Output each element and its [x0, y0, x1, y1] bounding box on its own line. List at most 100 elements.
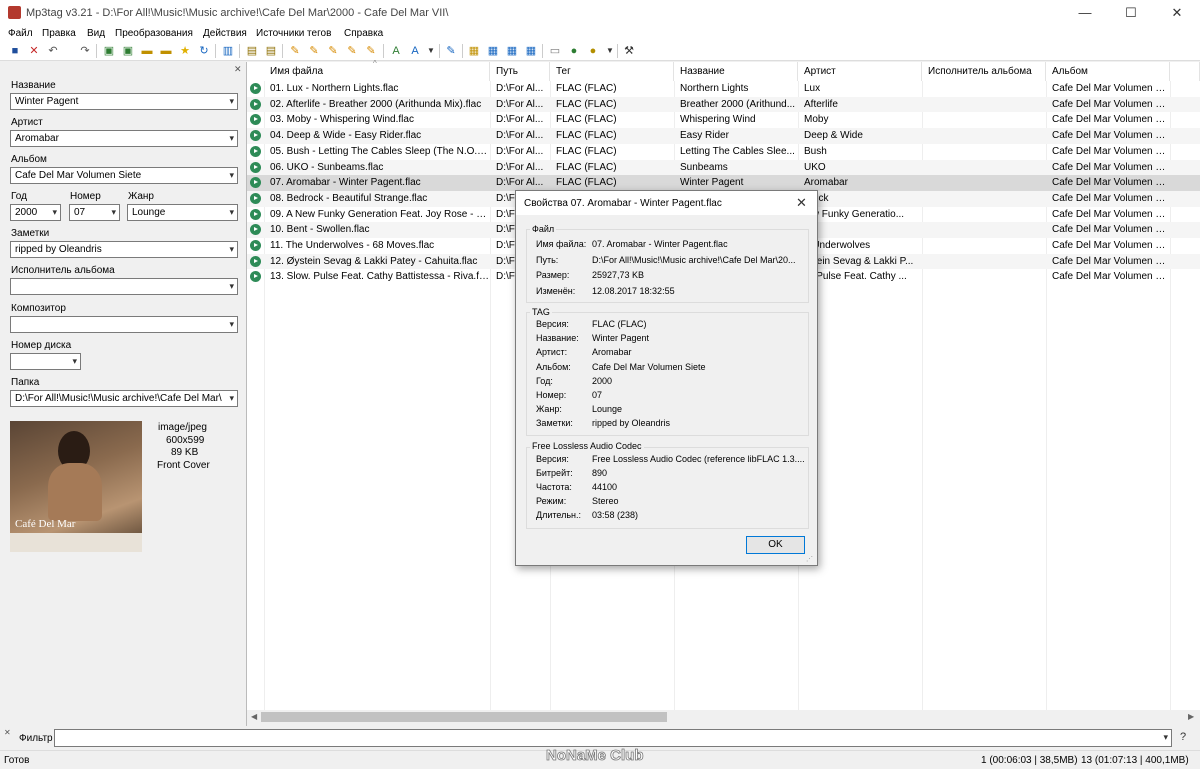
- column-header-album[interactable]: Альбом: [1046, 62, 1170, 81]
- table-row[interactable]: 04. Deep & Wide - Easy Rider.flac D:\For …: [247, 128, 1200, 144]
- import-cover-icon[interactable]: ▦: [467, 44, 481, 58]
- menu-convert[interactable]: Преобразования: [115, 28, 193, 39]
- cell-album: Cafe Del Mar Volumen S...: [1052, 98, 1170, 110]
- menu-edit[interactable]: Правка: [42, 28, 76, 39]
- filter-bar: ✕ Фильтр ▾ ?: [0, 727, 1200, 749]
- menu-file[interactable]: Файл: [8, 28, 33, 39]
- resize-grip-icon[interactable]: ⋰: [806, 555, 813, 563]
- composer-field[interactable]: ▾: [10, 316, 238, 333]
- chevron-down-icon[interactable]: ▾: [229, 279, 234, 294]
- menu-tag-sources[interactable]: Источники тегов: [256, 28, 331, 39]
- cd-icon[interactable]: ▭: [548, 44, 562, 58]
- folder-open-icon[interactable]: ▬: [159, 44, 173, 58]
- status-column-header[interactable]: [247, 62, 265, 81]
- folder-icon[interactable]: ▬: [140, 44, 154, 58]
- dialog-close-icon[interactable]: ✕: [796, 195, 807, 211]
- comment-label: Заметки: [11, 228, 50, 239]
- chevron-down-icon[interactable]: ▼: [603, 44, 617, 58]
- close-panel-icon[interactable]: ✕: [234, 64, 242, 75]
- save-icon[interactable]: ■: [8, 44, 22, 58]
- genre-field[interactable]: Lounge ▾: [127, 204, 238, 221]
- disc-field[interactable]: ▾: [10, 353, 81, 370]
- chevron-down-icon[interactable]: ▾: [229, 131, 234, 146]
- comment-field[interactable]: ripped by Oleandris ▾: [10, 241, 238, 258]
- chevron-down-icon[interactable]: ▾: [72, 354, 77, 369]
- minimize-button[interactable]: —: [1062, 0, 1108, 26]
- add-dir-icon[interactable]: ▣: [121, 44, 135, 58]
- menu-view[interactable]: Вид: [87, 28, 105, 39]
- web-source-1-icon[interactable]: ▦: [486, 44, 500, 58]
- menu-actions[interactable]: Действия: [203, 28, 247, 39]
- redo-icon[interactable]: ↷: [78, 44, 92, 58]
- filter-input[interactable]: ▾: [54, 729, 1172, 747]
- web-source-2-icon[interactable]: ▦: [505, 44, 519, 58]
- track-field[interactable]: 07 ▾: [69, 204, 120, 221]
- tag-filename-icon[interactable]: ✎: [288, 44, 302, 58]
- column-header-album-artist[interactable]: Исполнитель альбома: [922, 62, 1046, 81]
- change-dir-icon[interactable]: ▣: [102, 44, 116, 58]
- toolbar-separator: [96, 44, 97, 58]
- chevron-down-icon[interactable]: ▾: [229, 317, 234, 332]
- table-row[interactable]: 03. Moby - Whispering Wind.flac D:\For Al…: [247, 112, 1200, 128]
- filename-tag-icon[interactable]: ✎: [307, 44, 321, 58]
- refresh-icon[interactable]: ↻: [197, 44, 211, 58]
- horizontal-scrollbar[interactable]: ◀ ▶: [247, 710, 1200, 725]
- chevron-down-icon[interactable]: ▾: [111, 205, 116, 220]
- cell-album: Cafe Del Mar Volumen S...: [1052, 192, 1170, 204]
- column-header-path[interactable]: Путь: [490, 62, 550, 81]
- table-row[interactable]: 01. Lux - Northern Lights.flac D:\For Al.…: [247, 81, 1200, 97]
- year-field[interactable]: 2000 ▾: [10, 204, 61, 221]
- settings-icon[interactable]: ⚒: [622, 44, 636, 58]
- favorites-icon[interactable]: ★: [178, 44, 192, 58]
- folder-field[interactable]: D:\For All!\Music!\Music archive!\Cafe D…: [10, 390, 238, 407]
- chevron-down-icon[interactable]: ▾: [229, 94, 234, 109]
- web-source-3-icon[interactable]: ▦: [524, 44, 538, 58]
- artist-label: Артист: [11, 117, 43, 128]
- column-header-tag[interactable]: Тег: [550, 62, 674, 81]
- column-header-title[interactable]: Название: [674, 62, 798, 81]
- scroll-left-icon[interactable]: ◀: [251, 712, 257, 721]
- toolbar-separator: [542, 44, 543, 58]
- chevron-down-icon[interactable]: ▾: [229, 242, 234, 257]
- remove-tag-icon[interactable]: ✕: [27, 44, 41, 58]
- album-artist-field[interactable]: ▾: [10, 278, 238, 295]
- undo-icon[interactable]: ↶: [46, 44, 60, 58]
- text-tag-icon[interactable]: ✎: [326, 44, 340, 58]
- cover-art[interactable]: Café Del Mar: [10, 421, 142, 552]
- export-icon[interactable]: ▤: [245, 44, 259, 58]
- table-row[interactable]: 07. Aromabar - Winter Pagent.flac D:\For …: [247, 175, 1200, 191]
- chevron-down-icon[interactable]: ▾: [1163, 730, 1168, 745]
- close-button[interactable]: ✕: [1154, 0, 1200, 26]
- chevron-down-icon[interactable]: ▼: [424, 44, 438, 58]
- tag-tag-icon[interactable]: ✎: [345, 44, 359, 58]
- edit-icon[interactable]: ✎: [444, 44, 458, 58]
- chevron-down-icon[interactable]: ▾: [52, 205, 57, 220]
- table-row[interactable]: 02. Afterlife - Breather 2000 (Arithunda…: [247, 96, 1200, 113]
- column-header-artist[interactable]: Артист: [798, 62, 922, 81]
- scroll-right-icon[interactable]: ▶: [1188, 712, 1194, 721]
- ok-button[interactable]: OK: [746, 536, 805, 554]
- cell-title: Whispering Wind: [680, 114, 756, 126]
- table-row[interactable]: 05. Bush - Letting The Cables Sleep (The…: [247, 144, 1200, 160]
- close-filter-icon[interactable]: ✕: [4, 728, 11, 737]
- scroll-thumb[interactable]: [261, 712, 667, 722]
- playlist-icon[interactable]: ▤: [264, 44, 278, 58]
- chevron-down-icon[interactable]: ▾: [229, 205, 234, 220]
- actions-icon[interactable]: A: [408, 44, 422, 58]
- tag-panel-icon[interactable]: ▥: [221, 44, 235, 58]
- column-header-filename[interactable]: Имя файла: [264, 62, 490, 81]
- filter-help-icon[interactable]: ?: [1180, 731, 1186, 743]
- globe-sources-icon[interactable]: ●: [586, 44, 600, 58]
- table-row[interactable]: 06. UKO - Sunbeams.flac D:\For Al... FLAC …: [247, 159, 1200, 176]
- menu-help[interactable]: Справка: [344, 28, 383, 39]
- album-field[interactable]: Cafe Del Mar Volumen Siete ▾: [10, 167, 238, 184]
- column-header-extra[interactable]: [1170, 62, 1200, 81]
- title-field[interactable]: Winter Pagent ▾: [10, 93, 238, 110]
- maximize-button[interactable]: ☐: [1108, 0, 1154, 26]
- case-convert-icon[interactable]: A: [389, 44, 403, 58]
- autonumber-icon[interactable]: ✎: [364, 44, 378, 58]
- chevron-down-icon[interactable]: ▾: [229, 168, 234, 183]
- artist-field[interactable]: Aromabar ▾: [10, 130, 238, 147]
- chevron-down-icon[interactable]: ▾: [229, 391, 234, 406]
- globe-icon[interactable]: ●: [567, 44, 581, 58]
